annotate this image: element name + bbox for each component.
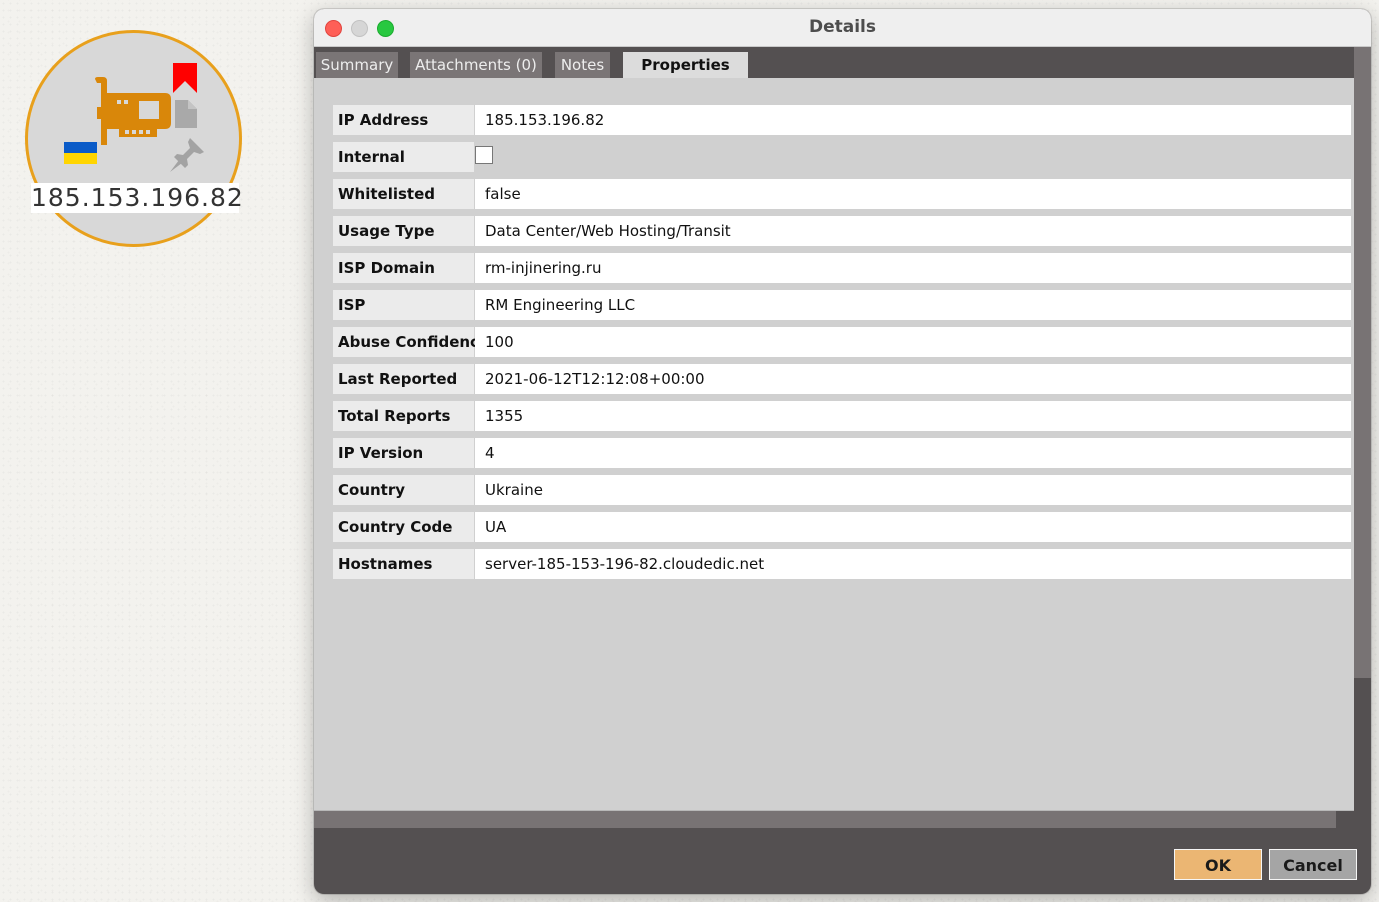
property-row-internal: Internal bbox=[333, 142, 1351, 172]
property-value[interactable]: 4 bbox=[475, 438, 1351, 468]
property-row-usage-type: Usage Type Data Center/Web Hosting/Trans… bbox=[333, 216, 1351, 246]
property-label: Internal bbox=[333, 142, 474, 172]
property-row-ip-address: IP Address 185.153.196.82 bbox=[333, 105, 1351, 135]
internal-checkbox[interactable] bbox=[475, 146, 493, 164]
property-row-isp-domain: ISP Domain rm-injinering.ru bbox=[333, 253, 1351, 283]
properties-table: IP Address 185.153.196.82 Internal White… bbox=[333, 105, 1351, 586]
property-row-country-code: Country Code UA bbox=[333, 512, 1351, 542]
property-label: IP Version bbox=[333, 438, 474, 468]
tab-properties[interactable]: Properties (13) bbox=[623, 52, 748, 100]
pin-icon bbox=[170, 138, 204, 172]
tab-attachments[interactable]: Attachments (0) bbox=[410, 52, 542, 78]
property-value[interactable]: Data Center/Web Hosting/Transit bbox=[475, 216, 1351, 246]
property-value[interactable]: Ukraine bbox=[475, 475, 1351, 505]
node-label: 185.153.196.82 bbox=[31, 183, 244, 213]
ukraine-flag-icon bbox=[64, 142, 97, 164]
property-label: Country bbox=[333, 475, 474, 505]
ok-button[interactable]: OK bbox=[1174, 849, 1262, 880]
property-row-ip-version: IP Version 4 bbox=[333, 438, 1351, 468]
property-row-country: Country Ukraine bbox=[333, 475, 1351, 505]
tab-bar: Summary Attachments (0) Notes Properties… bbox=[314, 47, 1354, 100]
property-value[interactable]: rm-injinering.ru bbox=[475, 253, 1351, 283]
property-row-hostnames: Hostnames server-185-153-196-82.cloudedi… bbox=[333, 549, 1351, 579]
property-row-abuse-confidence: Abuse Confidence 100 bbox=[333, 327, 1351, 357]
property-value[interactable]: 1355 bbox=[475, 401, 1351, 431]
property-value[interactable]: 100 bbox=[475, 327, 1351, 357]
property-value[interactable]: UA bbox=[475, 512, 1351, 542]
dialog-title: Details bbox=[808, 17, 876, 37]
document-icon bbox=[175, 100, 197, 128]
property-value[interactable]: 185.153.196.82 bbox=[475, 105, 1351, 135]
property-label: Abuse Confidence bbox=[333, 327, 489, 357]
tab-notes[interactable]: Notes bbox=[555, 52, 610, 78]
property-label: Whitelisted bbox=[333, 179, 474, 209]
property-label: Country Code bbox=[333, 512, 474, 542]
property-label: ISP Domain bbox=[333, 253, 474, 283]
details-dialog: Details Summary Attachments (0) Notes Pr… bbox=[314, 9, 1371, 894]
property-row-total-reports: Total Reports 1355 bbox=[333, 401, 1351, 431]
properties-panel: IP Address 185.153.196.82 Internal White… bbox=[314, 78, 1354, 811]
title-bar[interactable]: Details bbox=[314, 9, 1371, 47]
property-row-whitelisted: Whitelisted false bbox=[333, 179, 1351, 209]
horizontal-scrollbar[interactable] bbox=[314, 811, 1336, 828]
property-row-last-reported: Last Reported 2021-06-12T12:12:08+00:00 bbox=[333, 364, 1351, 394]
property-label: ISP bbox=[333, 290, 474, 320]
vertical-scrollbar[interactable] bbox=[1354, 47, 1371, 678]
property-label: Last Reported bbox=[333, 364, 474, 394]
network-card-icon bbox=[95, 77, 171, 145]
property-value[interactable]: RM Engineering LLC bbox=[475, 290, 1351, 320]
property-label: Usage Type bbox=[333, 216, 474, 246]
property-value bbox=[475, 142, 1351, 172]
graph-node-ip[interactable]: 185.153.196.82 bbox=[25, 30, 244, 247]
property-label: Hostnames bbox=[333, 549, 474, 579]
property-value[interactable]: false bbox=[475, 179, 1351, 209]
property-value[interactable]: 2021-06-12T12:12:08+00:00 bbox=[475, 364, 1351, 394]
tab-summary[interactable]: Summary bbox=[316, 52, 398, 78]
property-value[interactable]: server-185-153-196-82.cloudedic.net bbox=[475, 549, 1351, 579]
property-label: Total Reports bbox=[333, 401, 474, 431]
property-row-isp: ISP RM Engineering LLC bbox=[333, 290, 1351, 320]
bookmark-icon bbox=[173, 63, 197, 93]
property-label: IP Address bbox=[333, 105, 474, 135]
cancel-button[interactable]: Cancel bbox=[1269, 849, 1357, 880]
